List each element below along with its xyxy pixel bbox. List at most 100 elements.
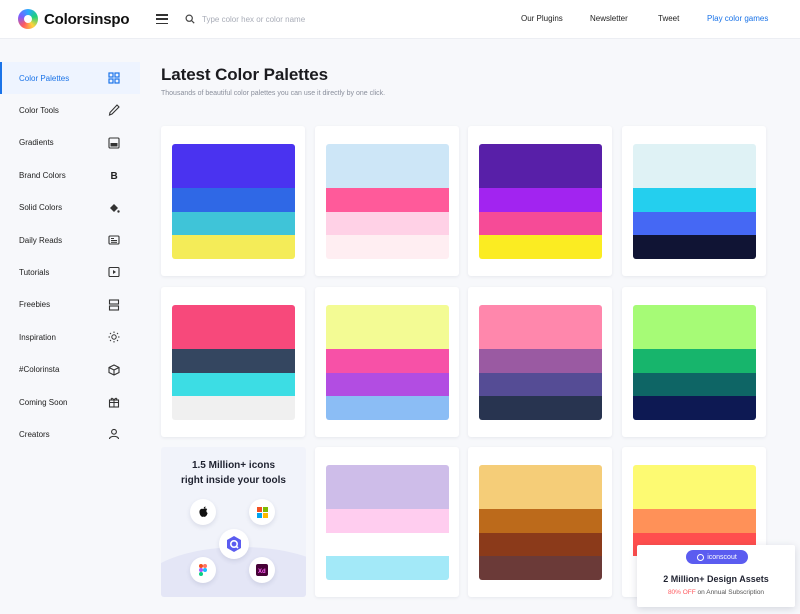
color-swatch[interactable] (479, 532, 602, 557)
sidebar-item-freebies[interactable]: Freebies (0, 289, 140, 321)
sidebar-item-color-tools[interactable]: Color Tools (0, 94, 140, 126)
color-swatch[interactable] (172, 235, 295, 259)
palette-card[interactable] (622, 287, 766, 437)
palette-card[interactable] (315, 447, 459, 597)
sidebar-item-label: Color Tools (19, 106, 59, 116)
palette-card[interactable] (468, 447, 612, 597)
color-swatch[interactable] (633, 211, 756, 236)
adobe-xd-icon: Xd (249, 557, 275, 583)
logo-icon (18, 9, 38, 29)
color-swatch[interactable] (633, 465, 756, 509)
palette-swatches[interactable] (633, 144, 756, 259)
color-swatch[interactable] (633, 305, 756, 349)
color-swatch[interactable] (633, 235, 756, 259)
color-swatch[interactable] (479, 509, 602, 533)
nav-play-color-games[interactable]: Play color games (707, 14, 768, 23)
sidebar-item-brand-colors[interactable]: Brand Colors B (0, 159, 140, 191)
palette-swatches[interactable] (172, 144, 295, 259)
nav-tweet[interactable]: Tweet (658, 14, 679, 23)
palette-card[interactable] (315, 126, 459, 276)
palette-card[interactable] (468, 287, 612, 437)
palette-swatches[interactable] (326, 465, 449, 580)
color-swatch[interactable] (633, 396, 756, 420)
color-swatch[interactable] (479, 211, 602, 236)
color-swatch[interactable] (479, 305, 602, 349)
sidebar-item-label: Creators (19, 429, 50, 439)
color-swatch[interactable] (479, 556, 602, 580)
paint-bucket-icon (110, 203, 120, 213)
color-swatch[interactable] (326, 532, 449, 557)
palette-swatches[interactable] (633, 305, 756, 420)
palette-swatches[interactable] (172, 305, 295, 420)
color-swatch[interactable] (633, 144, 756, 188)
nav-our-plugins[interactable]: Our Plugins (521, 14, 563, 23)
palette-swatches[interactable] (479, 305, 602, 420)
sidebar-item-label: Solid Colors (19, 203, 63, 213)
sidebar-item-creators[interactable]: Creators (0, 418, 140, 450)
color-swatch[interactable] (172, 372, 295, 397)
banner-title: 2 Million+ Design Assets (663, 574, 769, 584)
nav-newsletter[interactable]: Newsletter (590, 14, 628, 23)
color-swatch[interactable] (479, 235, 602, 259)
color-swatch[interactable] (326, 465, 449, 509)
color-swatch[interactable] (479, 144, 602, 188)
sidebar-item-label: Inspiration (19, 332, 56, 342)
icons-ad[interactable]: 1.5 Million+ icons right inside your too… (161, 447, 306, 597)
user-icon (108, 429, 120, 440)
color-swatch[interactable] (633, 509, 756, 533)
color-swatch[interactable] (172, 349, 295, 373)
color-swatch[interactable] (326, 235, 449, 259)
logo[interactable]: Colorsinspo (18, 9, 130, 29)
color-swatch[interactable] (479, 396, 602, 420)
sidebar-item-daily-reads[interactable]: Daily Reads (0, 224, 140, 256)
palette-swatches[interactable] (326, 305, 449, 420)
color-swatch[interactable] (479, 349, 602, 373)
color-swatch[interactable] (633, 372, 756, 397)
color-swatch[interactable] (326, 372, 449, 397)
sidebar-item-color-palettes[interactable]: Color Palettes (0, 62, 140, 95)
eyedropper-icon (108, 104, 120, 117)
color-swatch[interactable] (326, 509, 449, 533)
palette-swatches[interactable] (479, 144, 602, 259)
color-swatch[interactable] (326, 144, 449, 188)
color-swatch[interactable] (172, 305, 295, 349)
palette-swatches[interactable] (326, 144, 449, 259)
sidebar-item-gradients[interactable]: Gradients (0, 127, 140, 159)
color-swatch[interactable] (633, 349, 756, 373)
color-swatch[interactable] (172, 211, 295, 236)
palette-card[interactable] (161, 126, 305, 276)
color-swatch[interactable] (326, 305, 449, 349)
color-swatch[interactable] (633, 188, 756, 212)
sidebar-item-coming-soon[interactable]: Coming Soon (0, 386, 140, 418)
color-swatch[interactable] (479, 188, 602, 212)
menu-icon[interactable] (156, 14, 168, 24)
search-input[interactable] (202, 10, 382, 28)
palette-card[interactable] (315, 287, 459, 437)
svg-text:B: B (111, 171, 118, 181)
color-swatch[interactable] (172, 144, 295, 188)
palette-card[interactable] (622, 126, 766, 276)
color-swatch[interactable] (172, 188, 295, 212)
iconscout-banner[interactable]: iconscout 2 Million+ Design Assets 80% O… (637, 545, 795, 607)
sidebar-item-colorinsta[interactable]: #Colorinsta (0, 354, 140, 386)
color-swatch[interactable] (479, 372, 602, 397)
palette-card[interactable] (161, 287, 305, 437)
color-swatch[interactable] (326, 188, 449, 212)
sidebar-item-label: Gradients (19, 138, 54, 148)
color-swatch[interactable] (326, 349, 449, 373)
sidebar-item-tutorials[interactable]: Tutorials (0, 256, 140, 288)
sidebar-item-solid-colors[interactable]: Solid Colors (0, 192, 140, 224)
palette-card[interactable] (468, 126, 612, 276)
grid-icon (108, 72, 120, 84)
palette-swatches[interactable] (479, 465, 602, 580)
sidebar-item-label: Tutorials (19, 268, 50, 278)
color-swatch[interactable] (326, 396, 449, 420)
banner-subtitle: 80% OFF on Annual Subscription (667, 589, 765, 596)
sidebar-item-inspiration[interactable]: Inspiration (0, 321, 140, 353)
color-swatch[interactable] (479, 465, 602, 509)
color-swatch[interactable] (326, 211, 449, 236)
color-swatch[interactable] (326, 556, 449, 580)
color-swatch[interactable] (172, 396, 295, 420)
sidebar: Color Palettes Color Tools Gradients Brand … (0, 62, 140, 451)
sidebar-item-label: Coming Soon (19, 397, 68, 407)
